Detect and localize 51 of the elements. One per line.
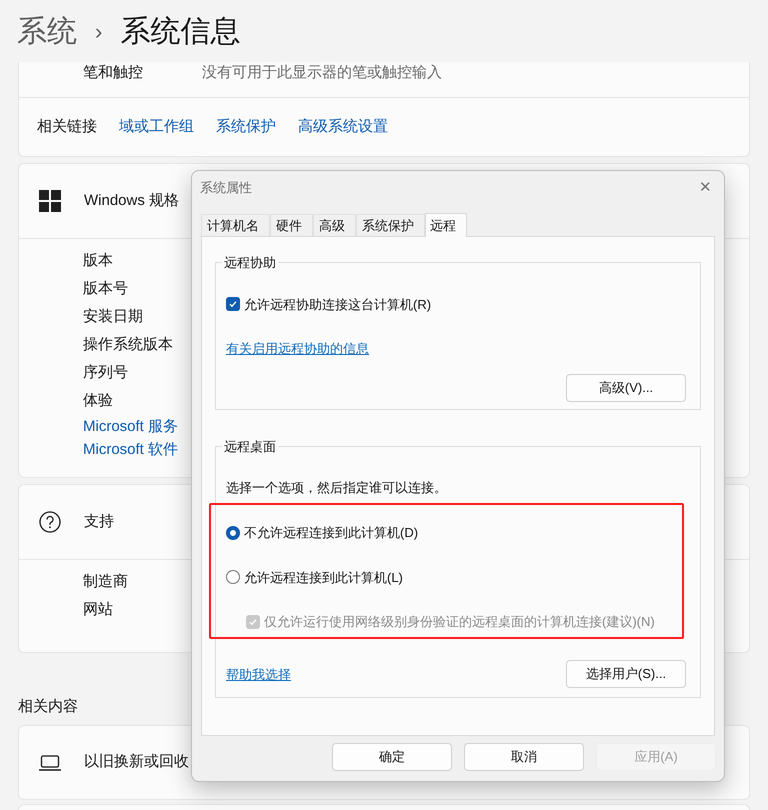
instruction-text: 选择一个选项，然后指定谁可以连接。	[226, 478, 447, 496]
agreement-link[interactable]: Microsoft 服务	[83, 415, 178, 438]
related-link[interactable]: 高级系统设置	[298, 116, 388, 138]
checkbox-label: 允许远程协助连接这台计算机(R)	[244, 296, 432, 314]
dialog-button[interactable]: 高级(V)...	[566, 374, 686, 402]
related-link[interactable]: 域或工作组	[119, 116, 194, 138]
agreement-link[interactable]: Microsoft 软件	[83, 438, 178, 461]
check-icon	[248, 616, 258, 627]
checkbox[interactable]	[226, 297, 240, 312]
spec-label: 操作系统版本	[83, 335, 173, 355]
section-title: Windows 规格	[84, 190, 180, 211]
help-link[interactable]: 帮助我选择	[226, 664, 291, 684]
window-title: 系统属性	[200, 179, 252, 198]
check-icon	[228, 299, 238, 310]
dialog-button[interactable]: 确定	[332, 743, 452, 771]
tab[interactable]: 系统保护	[356, 214, 425, 236]
spec-label: 网站	[83, 600, 113, 620]
windows-icon	[39, 190, 61, 212]
related-link[interactable]: 系统保护	[216, 116, 276, 138]
section-heading: 相关内容	[17, 697, 79, 718]
item-label: 以旧换新或回收	[84, 752, 189, 772]
tab[interactable]: 远程	[425, 213, 467, 237]
radio-label: 不允许远程连接到此计算机(D)	[244, 524, 418, 542]
spec-label: 版本号	[83, 279, 128, 299]
dialog-button[interactable]: 取消	[464, 743, 584, 771]
radio-label: 允许远程连接到此计算机(L)	[244, 568, 403, 587]
info-link[interactable]: 有关启用远程协助的信息	[226, 339, 369, 358]
section-title: 支持	[84, 512, 114, 532]
spec-label: 制造商	[83, 572, 128, 592]
tab[interactable]: 硬件	[270, 214, 313, 236]
tab[interactable]: 高级	[313, 214, 356, 236]
radio-button[interactable]	[226, 526, 240, 540]
dialog-button[interactable]: 选择用户(S)...	[566, 660, 686, 688]
tab[interactable]: 计算机名	[201, 214, 270, 236]
spec-label: 笔和触控	[83, 63, 144, 83]
checkbox-label: 仅允许运行使用网络级别身份验证的远程桌面的计算机连接(建议)(N)	[264, 613, 655, 631]
page-title: 系统信息	[120, 14, 240, 50]
spec-label: 版本	[83, 251, 113, 271]
close-button[interactable]: ✕	[699, 176, 712, 200]
spec-label: 体验	[83, 391, 113, 411]
chevron-icon: ›	[95, 14, 102, 48]
breadcrumb-link[interactable]: 系统	[17, 8, 77, 54]
section-label: 相关链接	[37, 116, 97, 137]
spec-value: 没有可用于此显示器的笔或触控输入	[202, 63, 442, 83]
group-title: 远程桌面	[223, 438, 277, 456]
radio-button[interactable]	[226, 570, 240, 584]
spec-label: 安装日期	[83, 307, 143, 327]
help-icon	[39, 511, 61, 533]
group-title: 远程协助	[223, 254, 277, 272]
spec-label: 序列号	[83, 363, 128, 383]
laptop-icon	[39, 754, 61, 770]
